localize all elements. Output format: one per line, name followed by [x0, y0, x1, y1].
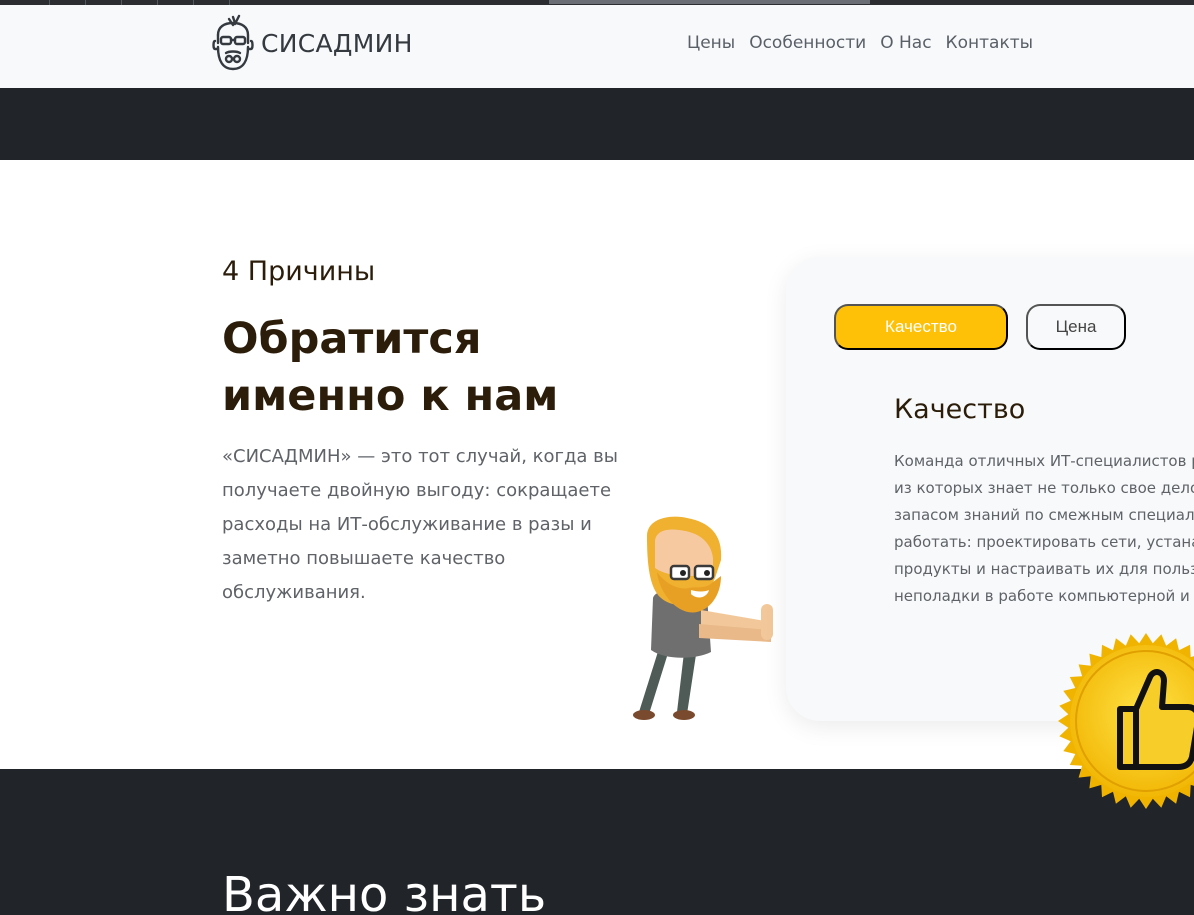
lead-line: обслуживания.: [222, 582, 366, 603]
section-headline: Обратится именно к нам: [222, 311, 558, 425]
nav-link-features[interactable]: Особенности: [749, 33, 866, 53]
active-tab-indicator: [549, 0, 870, 4]
card-text: Команда отличных ИТ-специалистов ра из к…: [894, 448, 1194, 610]
nav-link-about[interactable]: О Нас: [880, 33, 931, 53]
headline-line: именно к нам: [222, 371, 559, 421]
card-text-line: из которых знает не только свое дело, н: [894, 479, 1194, 497]
brand-link[interactable]: СИСАДМИН: [211, 13, 413, 73]
lead-line: расходы на ИТ-обслуживание в разы и: [222, 514, 592, 535]
headline-line: Обратится: [222, 314, 482, 364]
card-title: Качество: [894, 394, 1026, 425]
card-text-line: Команда отличных ИТ-специалистов ра: [894, 452, 1194, 470]
quality-seal-badge: [1058, 633, 1194, 809]
brand-name: СИСАДМИН: [261, 28, 413, 58]
important-section: Важно знать: [0, 769, 1194, 915]
card-text-line: продукты и настраивать их для пользов: [894, 560, 1194, 578]
card-text-line: работать: проектировать сети, устанавл: [894, 533, 1194, 551]
card-text-line: неполадки в работе компьютерной и оф: [894, 587, 1194, 605]
navbar: СИСАДМИН Цены Особенности О Нас Контакты: [0, 5, 1194, 88]
nav-link-prices[interactable]: Цены: [687, 33, 735, 53]
lead-line: получаете двойную выгоду: сокращаете: [222, 480, 612, 501]
tab-quality[interactable]: Качество: [834, 304, 1008, 350]
card-text-line: запасом знаний по смежным специальн: [894, 506, 1194, 524]
lead-line: «СИСАДМИН» — это тот случай, когда вы: [222, 446, 618, 467]
bearded-admin-logo-icon: [212, 14, 254, 71]
main-nav: Цены Особенности О Нас Контакты: [680, 33, 1040, 53]
bearded-man-pushing-illustration: [633, 516, 773, 720]
section-lead: «СИСАДМИН» — это тот случай, когда вы по…: [222, 440, 622, 610]
hero-dark-band: [0, 88, 1194, 160]
nav-link-contacts[interactable]: Контакты: [946, 33, 1034, 53]
section-kicker: 4 Причины: [222, 256, 376, 287]
important-title: Важно знать: [222, 867, 547, 915]
tab-price[interactable]: Цена: [1026, 304, 1126, 350]
lead-line: заметно повышаете качество: [222, 548, 506, 569]
